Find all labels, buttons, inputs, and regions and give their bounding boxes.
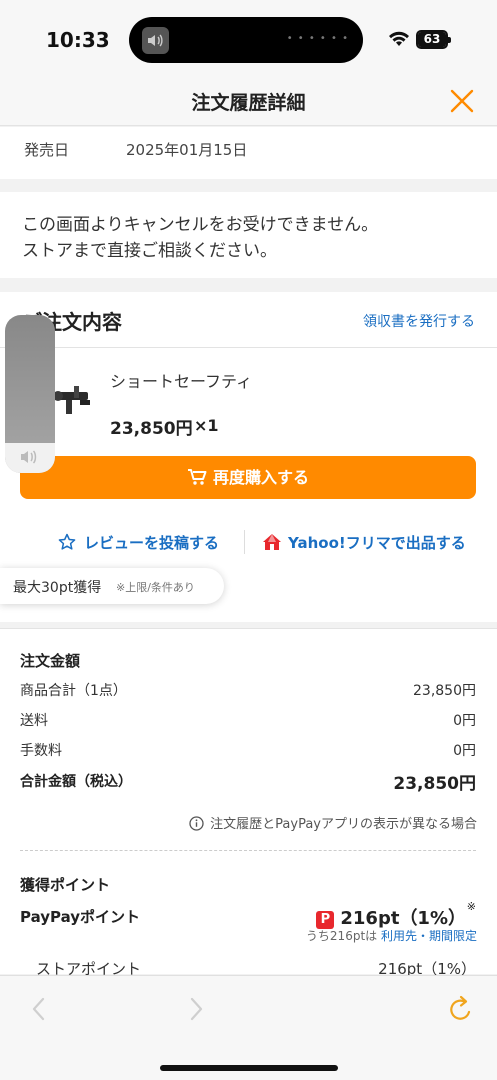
points-tooltip-main: 最大30pt獲得	[13, 580, 102, 596]
home-indicator	[160, 1065, 338, 1071]
amount-row-label: 送料	[20, 713, 48, 729]
points-tooltip-sub: ※上限/条件あり	[116, 581, 195, 594]
product-quantity: ×1	[194, 416, 219, 435]
speaker-icon	[142, 27, 169, 54]
release-date-label: 発売日	[24, 141, 70, 159]
paypay-points-row: PayPayポイント P 216pt（1%） ※	[20, 900, 476, 929]
link-separator	[244, 530, 245, 554]
notice-line-1: この画面よりキャンセルをお受けできません。	[22, 215, 379, 235]
status-time: 10:33	[46, 28, 110, 52]
amount-row: 商品合計（1点） 23,850円	[20, 680, 476, 700]
amount-row-value: 0円	[453, 713, 476, 729]
paypay-points-note: うち216ptは 利用先・期間限定	[306, 927, 477, 944]
post-review-label: レビューを投稿する	[84, 534, 220, 552]
amount-row-label: 商品合計（1点）	[20, 683, 127, 699]
amount-row-value: 0円	[453, 743, 476, 759]
info-icon	[189, 816, 204, 831]
amount-row: 送料 0円	[20, 710, 476, 730]
page-title: 注文履歴詳細	[191, 92, 306, 114]
paypay-points-mark: ※	[466, 900, 476, 913]
amount-title: 注文金額	[20, 652, 81, 670]
reload-icon[interactable]	[447, 993, 475, 1025]
issue-receipt-link[interactable]: 領収書を発行する	[363, 311, 475, 331]
product-price: 23,850円	[110, 419, 193, 439]
screen: 10:33 • • • • • • 63 注文履歴詳細 発売日 2025年01月…	[0, 0, 497, 1080]
release-date-value: 2025年01月15日	[126, 141, 248, 159]
order-amount-section: 注文金額 商品合計（1点） 23,850円 送料 0円 手数料 0円 合計金額（…	[0, 628, 497, 978]
paypay-points-value: 216pt（1%）	[340, 908, 466, 929]
back-icon[interactable]	[28, 994, 50, 1024]
total-row: 合計金額（税込） 23,850円	[20, 771, 476, 794]
wifi-icon	[389, 31, 409, 46]
display-difference-link[interactable]: 注文履歴とPayPayアプリの表示が異なる場合	[189, 813, 477, 832]
volume-overlay[interactable]	[5, 315, 55, 473]
total-value: 23,850円	[393, 774, 476, 794]
divider	[0, 347, 497, 348]
flea-market-label: Yahoo!フリマで出品する	[288, 534, 466, 552]
island-dots: • • • • • •	[286, 33, 349, 44]
release-date-section: 発売日 2025年01月15日	[0, 127, 497, 179]
rebuy-button[interactable]: 再度購入する	[20, 456, 476, 499]
notice-line-2: ストアまで直接ご相談ください。	[22, 241, 277, 261]
total-label: 合計金額（税込）	[20, 774, 132, 790]
post-review-link[interactable]: レビューを投稿する	[58, 532, 219, 553]
display-difference-label: 注文履歴とPayPayアプリの表示が異なる場合	[210, 817, 477, 832]
flea-market-link[interactable]: Yahoo!フリマで出品する	[262, 532, 466, 553]
speaker-icon	[21, 450, 37, 464]
amount-row-value: 23,850円	[413, 683, 476, 699]
dynamic-island: • • • • • •	[129, 17, 363, 63]
amount-row-label: 手数料	[20, 743, 62, 759]
points-tooltip: 最大30pt獲得 ※上限/条件あり	[0, 568, 224, 604]
cart-icon	[187, 469, 207, 485]
star-icon	[58, 533, 76, 550]
page-header: 注文履歴詳細	[0, 80, 497, 126]
forward-icon[interactable]	[185, 994, 207, 1024]
close-icon[interactable]	[447, 86, 477, 116]
browser-toolbar	[0, 975, 497, 1080]
rebuy-label: 再度購入する	[212, 468, 309, 487]
cancel-notice: この画面よりキャンセルをお受けできません。 ストアまで直接ご相談ください。	[0, 192, 497, 278]
paypay-points-label: PayPayポイント	[20, 908, 141, 926]
product-name[interactable]: ショートセーフティ	[110, 368, 252, 392]
battery-indicator: 63	[416, 30, 451, 49]
flea-market-icon	[263, 534, 281, 550]
amount-row: 手数料 0円	[20, 740, 476, 760]
points-title: 獲得ポイント	[20, 876, 111, 894]
paypay-note-link[interactable]: 利用先・期間限定	[381, 929, 477, 943]
dashed-divider	[20, 850, 476, 851]
battery-level: 63	[418, 32, 446, 47]
paypay-note-prefix: うち216ptは	[305, 929, 378, 943]
status-bar: 10:33 • • • • • • 63	[0, 0, 497, 80]
